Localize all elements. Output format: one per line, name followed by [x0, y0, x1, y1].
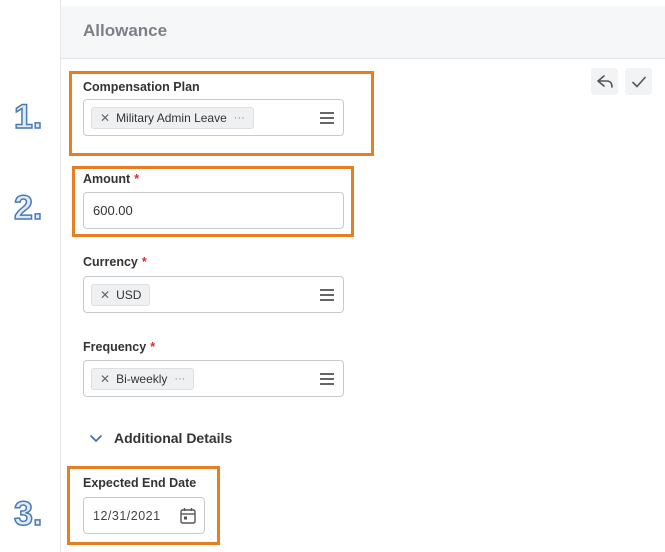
- more-icon[interactable]: ···: [234, 112, 245, 124]
- amount-label: Amount *: [83, 172, 139, 186]
- expected-end-date-input[interactable]: 12/31/2021: [83, 497, 205, 534]
- list-icon[interactable]: [320, 373, 334, 385]
- currency-value: USD: [116, 288, 142, 302]
- list-icon[interactable]: [320, 289, 334, 301]
- panel-title: Allowance: [83, 21, 168, 40]
- frequency-field[interactable]: ✕ Bi-weekly ···: [83, 360, 344, 397]
- compensation-plan-field[interactable]: ✕ Military Admin Leave ···: [83, 99, 344, 136]
- panel-header: Allowance: [61, 6, 665, 59]
- currency-label: Currency *: [83, 255, 147, 269]
- compensation-plan-value: Military Admin Leave: [116, 111, 227, 125]
- compensation-plan-label: Compensation Plan: [83, 80, 200, 94]
- amount-value: 600.00: [93, 203, 133, 218]
- currency-pill[interactable]: ✕ USD: [91, 284, 151, 306]
- required-marker: *: [134, 172, 140, 186]
- confirm-button[interactable]: [625, 68, 652, 95]
- step-number-1: 1.: [13, 98, 43, 136]
- frequency-label: Frequency *: [83, 340, 155, 354]
- more-icon[interactable]: ···: [174, 373, 185, 385]
- expected-end-date-label: Expected End Date: [83, 476, 197, 490]
- additional-details-label: Additional Details: [114, 430, 233, 446]
- frequency-value: Bi-weekly: [116, 372, 168, 386]
- check-icon: [631, 76, 646, 87]
- calendar-icon[interactable]: [180, 507, 196, 524]
- frequency-pill[interactable]: ✕ Bi-weekly ···: [91, 368, 195, 390]
- currency-field[interactable]: ✕ USD: [83, 276, 344, 313]
- frequency-label-text: Frequency: [83, 340, 147, 354]
- left-margin: [0, 0, 60, 552]
- list-icon[interactable]: [320, 112, 334, 124]
- remove-icon[interactable]: ✕: [100, 111, 110, 125]
- additional-details-toggle[interactable]: Additional Details: [89, 430, 232, 446]
- amount-label-text: Amount: [83, 172, 131, 186]
- undo-icon: [596, 74, 613, 88]
- amount-input[interactable]: 600.00: [83, 192, 344, 229]
- step-number-2: 2.: [13, 189, 43, 227]
- chevron-down-icon: [90, 435, 102, 442]
- required-marker: *: [141, 255, 147, 269]
- remove-icon[interactable]: ✕: [100, 372, 110, 386]
- remove-icon[interactable]: ✕: [100, 288, 110, 302]
- undo-button[interactable]: [591, 68, 618, 95]
- step-number-3: 3.: [13, 495, 43, 533]
- expected-end-date-value: 12/31/2021: [93, 509, 161, 523]
- compensation-plan-pill[interactable]: ✕ Military Admin Leave ···: [91, 107, 254, 129]
- required-marker: *: [150, 340, 156, 354]
- currency-label-text: Currency: [83, 255, 138, 269]
